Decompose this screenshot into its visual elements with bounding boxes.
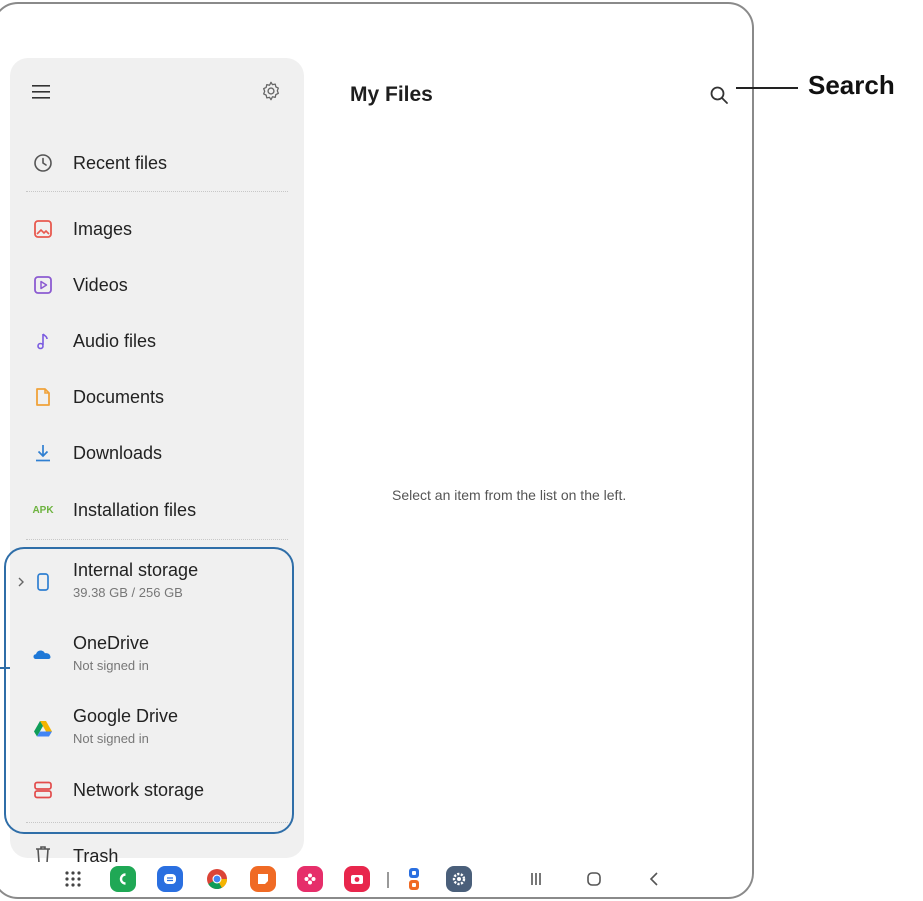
notes-app-icon[interactable] <box>250 866 276 892</box>
drawer-item-label: Documents <box>73 386 165 407</box>
search-callout-label: Search <box>808 70 895 100</box>
music-note-icon <box>37 333 48 350</box>
drawer-item-audio-files[interactable]: Audio files <box>10 321 304 361</box>
settings-app-icon[interactable] <box>446 866 472 892</box>
drawer-item-label: Recent files <box>73 152 168 173</box>
divider <box>26 191 288 192</box>
apk-icon: APK <box>32 504 54 516</box>
drawer-item-recent-files[interactable]: Recent files <box>10 143 304 183</box>
chrome-app-icon[interactable] <box>204 866 230 892</box>
search-callout-line <box>736 87 798 89</box>
camera-app-icon[interactable] <box>344 866 370 892</box>
galaxy-store-icon[interactable] <box>401 866 427 892</box>
drawer-item-downloads[interactable]: Downloads <box>10 433 304 473</box>
apps-grid-icon[interactable] <box>60 866 86 892</box>
drawer-item-videos[interactable]: Videos <box>10 265 304 305</box>
image-icon <box>34 220 52 238</box>
menu-icon[interactable] <box>32 84 50 100</box>
storage-callout-line <box>0 667 10 669</box>
messages-app-icon[interactable] <box>157 866 183 892</box>
home-icon[interactable] <box>581 866 607 892</box>
divider <box>26 539 288 540</box>
drawer-item-installation-files[interactable]: APK Installation files <box>10 490 304 530</box>
clock-icon <box>34 154 52 172</box>
drawer-item-label: Installation files <box>73 499 197 520</box>
phone-app-icon[interactable] <box>110 866 136 892</box>
search-icon[interactable] <box>708 84 730 106</box>
empty-state-message: Select an item from the list on the left… <box>392 487 627 503</box>
drawer-item-label: Videos <box>73 274 128 295</box>
recents-icon[interactable] <box>523 866 549 892</box>
drawer-item-label: Audio files <box>73 330 157 351</box>
drawer-item-images[interactable]: Images <box>10 209 304 249</box>
storage-locations-highlight <box>4 547 294 834</box>
gear-icon[interactable] <box>260 80 282 102</box>
drawer-item-label: Downloads <box>73 442 163 463</box>
document-icon <box>36 388 50 406</box>
drawer-header <box>10 80 304 106</box>
flower-app-icon[interactable] <box>297 866 323 892</box>
tablet-frame: Recent files Images Videos Audio files D… <box>0 2 754 899</box>
taskbar <box>0 854 752 897</box>
drawer-item-label: Images <box>73 218 133 239</box>
back-icon[interactable] <box>642 866 668 892</box>
video-icon <box>34 276 52 294</box>
drawer-item-documents[interactable]: Documents <box>10 377 304 417</box>
page-title: My Files <box>350 83 433 106</box>
download-icon <box>36 445 50 462</box>
taskbar-divider <box>387 872 389 888</box>
